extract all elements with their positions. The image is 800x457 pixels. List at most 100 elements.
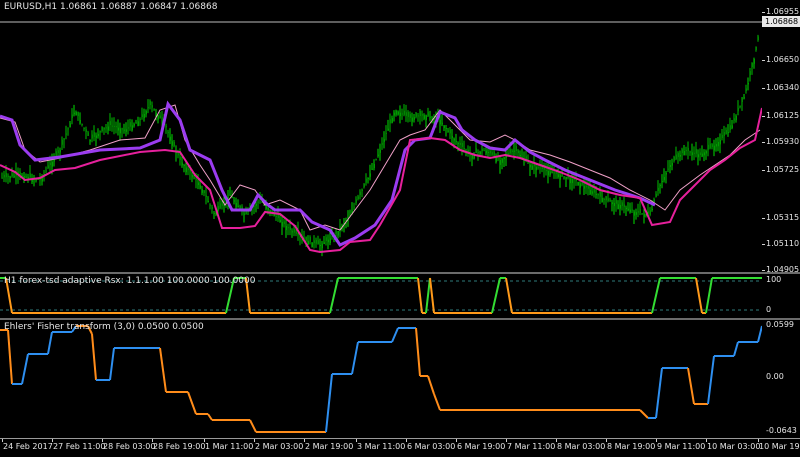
candle-body — [239, 205, 241, 209]
candle-body — [285, 226, 287, 231]
candle-body — [613, 203, 615, 207]
candle-body — [457, 143, 459, 144]
time-label: 1 Mar 11:00 — [205, 442, 254, 451]
main-price-axis[interactable]: 1.06955 1.06650 1.06340 1.06125 1.05930 1.057… — [762, 0, 800, 274]
candle-body — [137, 121, 139, 126]
time-label: 6 Mar 03:00 — [407, 442, 456, 451]
candle-body — [551, 172, 553, 174]
candle-body — [617, 204, 619, 210]
candle-body — [593, 189, 595, 193]
candle-body — [289, 226, 291, 230]
candle-body — [5, 172, 7, 178]
candle-body — [623, 204, 625, 207]
candle-body — [101, 126, 103, 131]
candle-body — [233, 200, 235, 202]
candle-body — [407, 111, 409, 117]
candle-body — [529, 165, 531, 168]
candle-body — [311, 242, 313, 248]
candle-body — [413, 117, 415, 120]
rsx-transition — [329, 277, 339, 314]
candle-body — [615, 199, 617, 204]
candle-body — [369, 173, 371, 177]
candle-body — [605, 196, 607, 201]
candle-body — [317, 240, 319, 245]
fisher-segment — [707, 355, 715, 405]
price-tick — [762, 218, 765, 219]
candle-body — [179, 156, 181, 160]
candle-body — [73, 112, 75, 115]
time-label: 3 Mar 11:00 — [357, 442, 406, 451]
candle-body — [403, 110, 405, 115]
candle-body — [367, 178, 369, 179]
candle-body — [539, 167, 541, 169]
candle-body — [439, 120, 441, 125]
candle-body — [3, 174, 5, 178]
candle-body — [111, 125, 113, 127]
candle-body — [329, 238, 331, 244]
candle-body — [621, 202, 623, 206]
candle-body — [211, 207, 213, 209]
candle-body — [589, 190, 591, 195]
candle-body — [697, 154, 699, 158]
candle-body — [429, 116, 431, 118]
candle-body — [391, 118, 393, 123]
candle-body — [149, 100, 151, 105]
candle-body — [159, 115, 161, 119]
candle-body — [279, 220, 281, 223]
candle-body — [209, 204, 211, 206]
candle-body — [495, 157, 497, 162]
candle-body — [735, 116, 737, 121]
candle-body — [683, 151, 685, 156]
candle-body — [515, 146, 517, 151]
candle-body — [677, 153, 679, 157]
price-tick — [762, 12, 765, 13]
candle-body — [559, 175, 561, 180]
time-label: 10 Mar 03:00 — [707, 442, 761, 451]
price-tick — [762, 244, 765, 245]
candle-body — [731, 125, 733, 129]
candle-body — [197, 182, 199, 186]
candle-body — [25, 176, 27, 178]
candle-body — [75, 112, 77, 116]
fisher-segment — [733, 341, 739, 357]
main-chart-pane[interactable]: EURUSD,H1 1.06861 1.06887 1.06847 1.0686… — [0, 0, 762, 272]
time-label: 2 Mar 19:00 — [305, 442, 354, 451]
fisher-segment — [109, 347, 115, 381]
candle-body — [709, 143, 711, 149]
candle-body — [51, 162, 53, 167]
time-axis[interactable]: 24 Feb 2017 27 Feb 11:00 28 Feb 03:00 28 Fe… — [0, 438, 800, 457]
candle-body — [693, 152, 695, 154]
candle-body — [449, 129, 451, 134]
candle-body — [707, 144, 709, 150]
candle-body — [201, 189, 203, 193]
candle-body — [507, 153, 509, 155]
candle-body — [373, 164, 375, 169]
time-label: 6 Mar 19:00 — [457, 442, 506, 451]
candle-body — [205, 195, 207, 197]
fisher-indicator-chart — [0, 325, 762, 433]
fisher-segment — [391, 327, 399, 343]
candle-body — [335, 231, 337, 234]
candle-body — [127, 127, 129, 129]
price-tick — [762, 88, 765, 89]
candle-body — [659, 185, 661, 186]
candle-body — [445, 128, 447, 129]
candle-body — [295, 229, 297, 234]
fisher-scale-axis[interactable]: 0.0599 0.00 -0.0643 — [762, 320, 800, 438]
candle-body — [453, 138, 455, 141]
rsx-indicator-pane[interactable]: H1 forex-tsd adaptive Rsx: 1.1.1.00 100.… — [0, 274, 762, 318]
candle-body — [107, 126, 109, 131]
candle-body — [641, 213, 643, 215]
candle-body — [55, 151, 57, 156]
rsx-scale-axis[interactable]: 100 0 — [762, 274, 800, 318]
fisher-indicator-pane[interactable]: Ehlers' Fisher transform (3,0) 0.0500 0.… — [0, 320, 762, 438]
candle-body — [361, 189, 363, 191]
candle-body — [359, 191, 361, 195]
candle-body — [45, 170, 47, 172]
candle-body — [491, 152, 493, 155]
candle-body — [103, 127, 105, 130]
candle-body — [749, 71, 751, 75]
candle-body — [57, 150, 59, 153]
fisher-segment — [639, 409, 649, 419]
candle-body — [59, 150, 61, 153]
